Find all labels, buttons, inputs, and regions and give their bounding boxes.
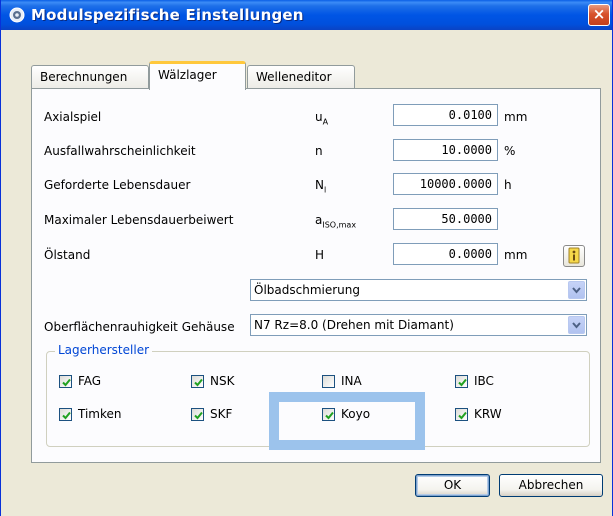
ausfallwahrscheinlichkeit-label: Ausfallwahrscheinlichkeit	[44, 144, 196, 158]
tab-label: Berechnungen	[40, 70, 128, 84]
title-bar[interactable]: Modulspezifische Einstellungen ×	[1, 0, 612, 30]
lebensdauer-symbol: Nl	[315, 178, 327, 195]
roughness-select[interactable]: N7 Rz=8.0 (Drehen mit Diamant)	[250, 314, 587, 336]
oelstand-input[interactable]: 0.0000	[393, 243, 498, 265]
cancel-button[interactable]: Abbrechen	[499, 474, 603, 497]
axialspiel-symbol: uA	[315, 110, 329, 127]
app-icon	[9, 7, 25, 23]
checkbox-label: Timken	[78, 407, 122, 421]
lubrication-select-value: Ölbadschmierung	[254, 283, 360, 297]
roughness-label: Oberflächenrauhigkeit Gehäuse	[44, 320, 235, 334]
close-icon: ×	[592, 5, 606, 23]
checkbox-label: FAG	[78, 374, 102, 388]
checkbox-box[interactable]	[322, 375, 335, 388]
manufacturer-group-title: Lagerhersteller	[55, 343, 153, 357]
dropdown-arrow[interactable]	[568, 281, 585, 299]
checkbox-label: IBC	[474, 374, 494, 388]
axialspiel-label: Axialspiel	[44, 110, 102, 124]
close-button[interactable]: ×	[588, 4, 610, 26]
check-icon	[458, 378, 467, 387]
oelstand-unit: mm	[504, 248, 528, 262]
tab-welleneditor[interactable]: Welleneditor	[247, 65, 355, 89]
info-icon	[568, 247, 580, 264]
lubrication-select[interactable]: Ölbadschmierung	[250, 279, 587, 301]
axialspiel-input[interactable]: 0.0100	[393, 104, 498, 126]
checkbox-label: SKF	[210, 407, 233, 421]
checkbox-box[interactable]	[455, 408, 468, 421]
check-icon	[458, 411, 467, 420]
lebensdauer-unit: h	[504, 178, 512, 192]
tab-waelzlager[interactable]: Wälzlager	[149, 61, 246, 90]
checkbox-box[interactable]	[455, 375, 468, 388]
oelstand-symbol: H	[315, 248, 325, 262]
checkbox-label: INA	[341, 374, 362, 388]
ausfallwahrscheinlichkeit-input[interactable]: 10.0000	[393, 139, 498, 161]
check-icon	[194, 411, 203, 420]
lebensdauerbeiwert-input[interactable]: 50.0000	[393, 208, 498, 230]
lebensdauerbeiwert-label: Maximaler Lebensdauerbeiwert	[44, 213, 234, 227]
check-icon	[62, 411, 71, 420]
info-button[interactable]	[563, 245, 585, 267]
ausfallwahrscheinlichkeit-unit: %	[504, 144, 516, 158]
chevron-down-icon	[572, 287, 581, 294]
oelstand-label: Ölstand	[44, 248, 91, 262]
checkbox-box[interactable]	[191, 375, 204, 388]
highlight-frame	[269, 392, 425, 450]
settings-dialog: Modulspezifische Einstellungen × Berechn…	[0, 0, 613, 516]
check-icon	[194, 378, 203, 387]
window-title: Modulspezifische Einstellungen	[31, 6, 304, 24]
dropdown-arrow[interactable]	[568, 316, 585, 334]
check-icon	[62, 378, 71, 387]
tab-label: Wälzlager	[158, 68, 217, 82]
checkbox-box[interactable]	[59, 375, 72, 388]
roughness-select-value: N7 Rz=8.0 (Drehen mit Diamant)	[254, 318, 454, 332]
lebensdauer-label: Geforderte Lebensdauer	[44, 178, 191, 192]
checkbox-label: NSK	[210, 374, 235, 388]
checkbox-label: KRW	[474, 407, 502, 421]
axialspiel-unit: mm	[504, 110, 528, 124]
checkbox-box[interactable]	[59, 408, 72, 421]
tab-label: Welleneditor	[256, 70, 332, 84]
chevron-down-icon	[572, 322, 581, 329]
checkbox-box[interactable]	[191, 408, 204, 421]
ausfallwahrscheinlichkeit-symbol: n	[315, 144, 323, 158]
lebensdauerbeiwert-symbol: aISO,max	[315, 213, 357, 230]
lebensdauer-input[interactable]: 10000.0000	[393, 173, 498, 195]
tab-berechnungen[interactable]: Berechnungen	[31, 65, 149, 89]
ok-button[interactable]: OK	[415, 474, 490, 497]
